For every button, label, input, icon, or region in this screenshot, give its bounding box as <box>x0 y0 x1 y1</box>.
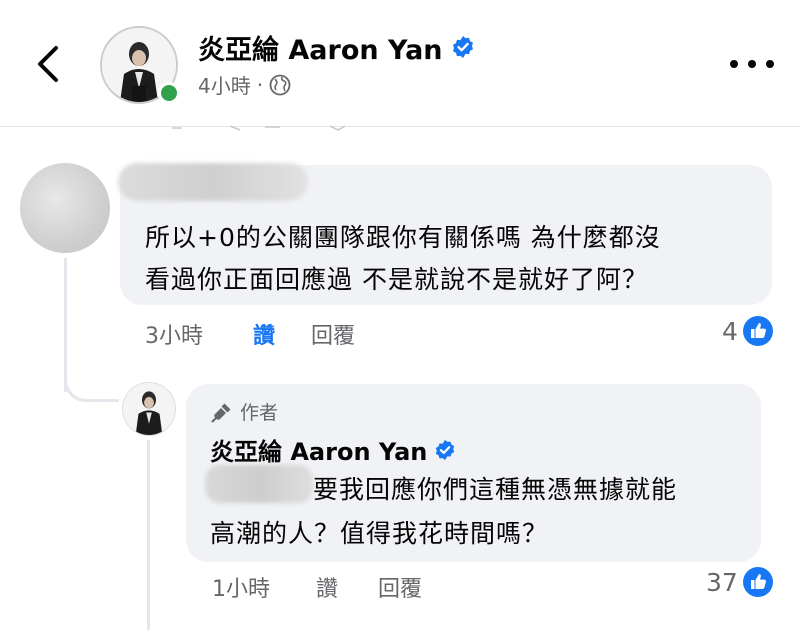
comment-reply-button[interactable]: 回覆 <box>311 318 355 350</box>
chevron-left-icon <box>38 46 58 82</box>
page-title: 炎亞綸 Aaron Yan <box>198 28 475 67</box>
cropped-text-fragment <box>172 125 346 131</box>
thread-line-reply <box>147 440 150 630</box>
comment-text-line: 看過你正面回應過 不是就說不是就好了阿？ <box>145 265 648 294</box>
reply-text-line: 要我回應你們這種無憑無據就能 <box>313 475 678 504</box>
thread-connector <box>64 360 119 402</box>
header-divider <box>0 126 800 127</box>
more-horizontal-icon <box>730 60 738 68</box>
reply-author: 炎亞綸 Aaron Yan <box>210 432 456 467</box>
like-reaction-icon <box>742 316 773 346</box>
commenter-avatar-blurred[interactable] <box>20 163 110 253</box>
reply-reply-button[interactable]: 回覆 <box>378 571 422 603</box>
reply-like-button[interactable]: 讚 <box>316 571 378 603</box>
reply-actions: 1小時 讚 回覆 <box>212 571 422 603</box>
post-meta: 4小時 · <box>198 70 291 99</box>
like-reaction-icon <box>742 567 773 597</box>
more-options-button[interactable] <box>730 54 774 74</box>
globe-icon <box>269 74 291 95</box>
comment-reactions[interactable]: 4 <box>722 315 774 347</box>
author-badge-label: 作者 <box>240 402 279 424</box>
comment-actions: 3小時 讚 回覆 <box>145 318 355 350</box>
comment-like-button[interactable]: 讚 <box>253 318 311 350</box>
online-status-dot <box>158 82 180 104</box>
meta-separator: · <box>256 72 264 97</box>
person-in-suit-image <box>123 383 175 435</box>
comment-time[interactable]: 3小時 <box>145 318 253 350</box>
reaction-count: 4 <box>722 316 738 346</box>
author-badge: 作者 <box>210 398 278 425</box>
reply-time[interactable]: 1小時 <box>212 571 316 603</box>
back-button[interactable] <box>30 42 70 86</box>
verified-badge-icon <box>436 439 455 460</box>
reply-text-line: 高潮的人？值得我花時間嗎？ <box>210 519 549 548</box>
comment-text: 所以+0的公關團隊跟你有關係嗎 為什麼都沒 看過你正面回應過 不是就說不是就好了… <box>145 217 765 301</box>
comment-text-line: 所以+0的公關團隊跟你有關係嗎 為什麼都沒 <box>145 223 661 252</box>
microphone-icon <box>211 403 231 422</box>
commenter-name-blurred[interactable] <box>118 163 308 201</box>
page-name[interactable]: 炎亞綸 Aaron Yan <box>198 28 443 67</box>
reaction-count: 37 <box>706 567 738 597</box>
reply-author-name[interactable]: 炎亞綸 Aaron Yan <box>210 432 427 467</box>
verified-badge-icon <box>452 36 473 58</box>
reply-reactions[interactable]: 37 <box>706 566 774 598</box>
post-time[interactable]: 4小時 <box>198 70 251 99</box>
reply-text: 要我回應你們這種無憑無據就能 高潮的人？值得我花時間嗎？ <box>210 468 755 556</box>
author-avatar[interactable] <box>122 382 176 436</box>
